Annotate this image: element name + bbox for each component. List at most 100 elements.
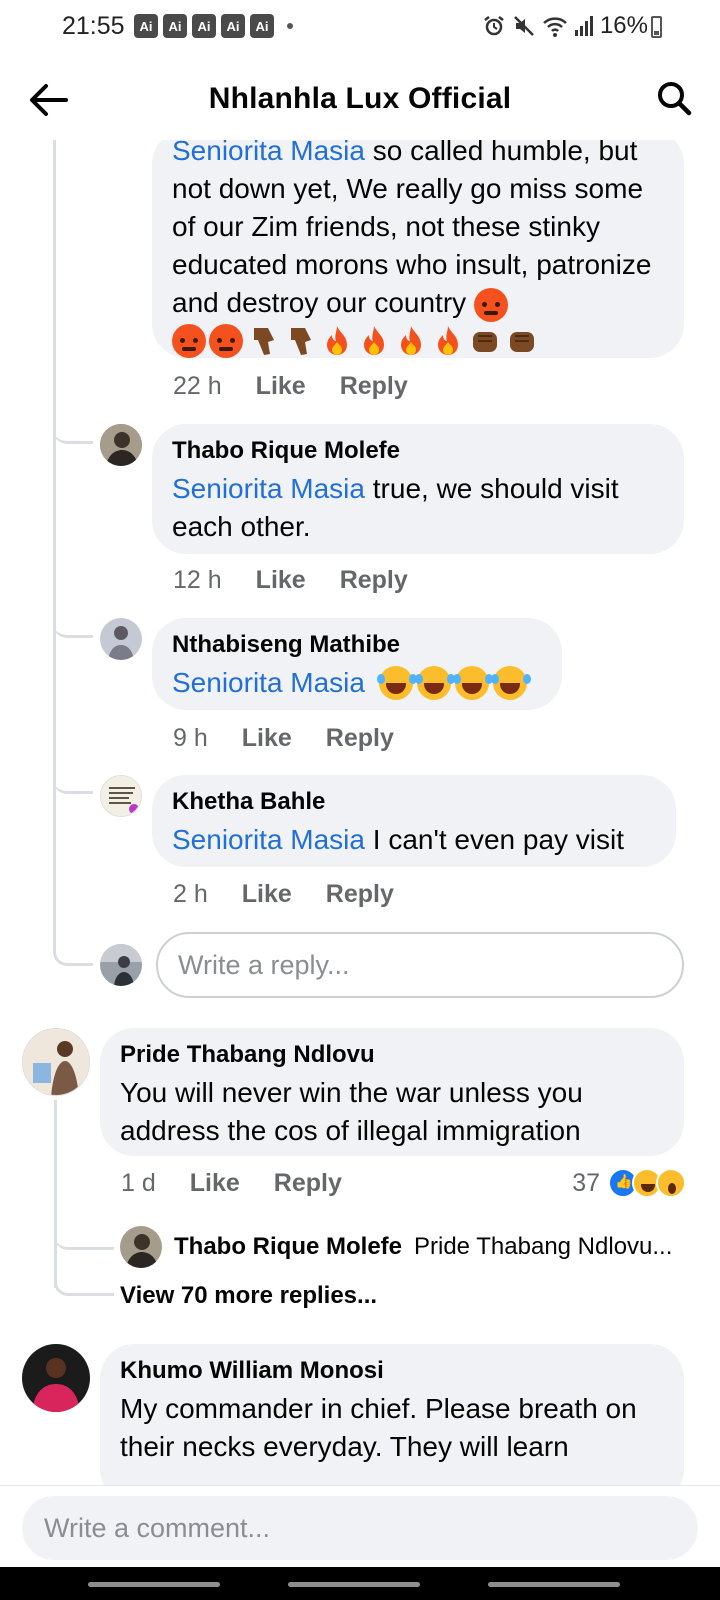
comment-composer: Write a comment... <box>0 1485 720 1567</box>
comment-bubble: Pride Thabang Ndlovu You will never win … <box>100 1028 684 1156</box>
like-button[interactable]: Like <box>242 724 292 753</box>
angry-emoji-icon <box>473 287 508 322</box>
emoji-row <box>172 324 664 358</box>
mention-link[interactable]: Seniorita Masia <box>172 664 365 702</box>
battery-icon <box>651 16 662 38</box>
comment-time: 1 d <box>121 1169 156 1197</box>
avatar[interactable] <box>22 1028 90 1096</box>
comment-author[interactable]: Khumo William Monosi <box>120 1356 664 1386</box>
fire-emoji-icon <box>327 326 347 355</box>
mention-link[interactable]: Seniorita Masia <box>172 473 365 504</box>
thread-connector <box>54 1258 114 1296</box>
mute-icon <box>514 16 534 36</box>
search-button[interactable] <box>652 76 696 120</box>
like-button[interactable]: Like <box>190 1169 240 1198</box>
reaction-count: 37 <box>572 1168 600 1197</box>
reply-button[interactable]: Reply <box>326 724 394 753</box>
comment-bubble: Khumo William Monosi My commander in chi… <box>100 1344 684 1485</box>
comment-meta: 2 h Like Reply <box>173 880 394 909</box>
comment-body: I can't even pay visit <box>372 824 625 855</box>
more-notifications-dot-icon <box>287 23 293 29</box>
comment-time: 2 h <box>173 880 208 908</box>
ai-notification-icon: Ai <box>192 14 216 38</box>
comment-author[interactable]: Pride Thabang Ndlovu <box>120 1040 664 1070</box>
comment-meta: 9 h Like Reply <box>173 724 394 753</box>
comment-bubble: Khetha Bahle Seniorita Masia I can't eve… <box>152 775 676 867</box>
reaction-summary[interactable]: 37 <box>572 1168 686 1198</box>
collapsed-reply[interactable]: Thabo Rique Molefe Pride Thabang Ndlovu.… <box>120 1226 672 1268</box>
reply-button[interactable]: Reply <box>340 372 408 401</box>
comment-meta: 12 h Like Reply <box>173 566 408 595</box>
comment-author[interactable]: Khetha Bahle <box>172 787 656 817</box>
comment-body: so called humble, but not down yet, We r… <box>172 140 652 318</box>
avatar[interactable] <box>22 1344 90 1412</box>
thread-connector <box>53 760 93 794</box>
nav-home-handle[interactable] <box>288 1582 420 1587</box>
ai-notification-icon: Ai <box>250 14 274 38</box>
thread-connector <box>53 930 93 966</box>
comment-bubble: Nthabiseng Mathibe Seniorita Masia <box>152 618 562 710</box>
fire-emoji-icon <box>401 326 421 355</box>
avatar <box>120 1226 162 1268</box>
avatar[interactable] <box>100 424 142 466</box>
fist-emoji-icon <box>510 332 534 352</box>
current-user-avatar <box>100 944 142 986</box>
wifi-icon <box>543 17 567 37</box>
system-icons: 16% <box>482 12 648 40</box>
reply-button[interactable]: Reply <box>326 880 394 909</box>
ai-notification-icon: Ai <box>134 14 158 38</box>
comment-thread: Seniorita Masia so called humble, but no… <box>0 140 720 1485</box>
avatar[interactable] <box>100 618 142 660</box>
comment-meta: 22 h Like Reply <box>173 372 408 401</box>
nav-back-handle[interactable] <box>488 1582 620 1587</box>
status-time: 21:55 <box>62 12 125 40</box>
app-bar: Nhlanhla Lux Official <box>0 60 720 140</box>
laughing-emoji-icon <box>376 666 413 700</box>
ai-notification-icon: Ai <box>221 14 245 38</box>
reply-snippet: Pride Thabang Ndlovu... <box>414 1233 673 1260</box>
comment-text: Seniorita Masia I can't even pay visit <box>172 821 656 859</box>
alarm-icon <box>484 16 504 36</box>
comment-author[interactable]: Nthabiseng Mathibe <box>172 630 542 660</box>
thread-connector <box>53 410 93 444</box>
mention-link[interactable]: Seniorita Masia <box>172 824 365 855</box>
status-bar: 21:55 Ai Ai Ai Ai Ai 16% <box>0 0 720 56</box>
comment-time: 12 h <box>173 566 222 594</box>
avatar[interactable] <box>100 775 142 817</box>
laughing-emoji-icon <box>414 666 451 700</box>
search-icon <box>658 82 692 116</box>
comment-text: Seniorita Masia true, we should visit ea… <box>172 470 664 546</box>
comment-bubble: Seniorita Masia so called humble, but no… <box>152 140 684 358</box>
like-button[interactable]: Like <box>256 372 306 401</box>
comment-author[interactable]: Thabo Rique Molefe <box>172 436 664 466</box>
like-button[interactable]: Like <box>256 566 306 595</box>
angry-emoji-icon <box>209 324 243 358</box>
comment-text: My commander in chief. Please breath on … <box>120 1393 637 1462</box>
fire-emoji-icon <box>364 326 384 355</box>
thread-line <box>53 140 56 935</box>
system-nav-bar <box>0 1567 720 1600</box>
mention-link[interactable]: Seniorita Masia <box>172 140 365 166</box>
comment-text: Seniorita Masia so called humble, but no… <box>172 140 664 322</box>
notification-icons: Ai Ai Ai Ai Ai <box>134 14 293 38</box>
angry-emoji-icon <box>172 324 206 358</box>
view-more-replies-link[interactable]: View 70 more replies... <box>120 1282 377 1310</box>
reply-button[interactable]: Reply <box>340 566 408 595</box>
like-button[interactable]: Like <box>242 880 292 909</box>
nav-recents-handle[interactable] <box>88 1582 220 1587</box>
wow-reaction-icon <box>656 1168 686 1198</box>
fire-emoji-icon <box>438 326 458 355</box>
laughing-emoji-icon <box>452 666 489 700</box>
comment-bubble: Thabo Rique Molefe Seniorita Masia true,… <box>152 424 684 554</box>
comment-meta: 1 d Like Reply <box>121 1169 342 1198</box>
battery-level: 16% <box>599 12 648 39</box>
reply-button[interactable]: Reply <box>274 1169 342 1198</box>
reply-input[interactable]: Write a reply... <box>156 932 684 998</box>
thread-connector <box>53 604 93 638</box>
comment-input[interactable]: Write a comment... <box>22 1496 698 1560</box>
thread-connector <box>54 1216 114 1250</box>
comment-author: Thabo Rique Molefe <box>174 1233 402 1260</box>
comment-text: You will never win the war unless you ad… <box>120 1077 583 1146</box>
comment-time: 9 h <box>173 724 208 752</box>
thumbs-down-emoji-icon <box>254 328 274 355</box>
